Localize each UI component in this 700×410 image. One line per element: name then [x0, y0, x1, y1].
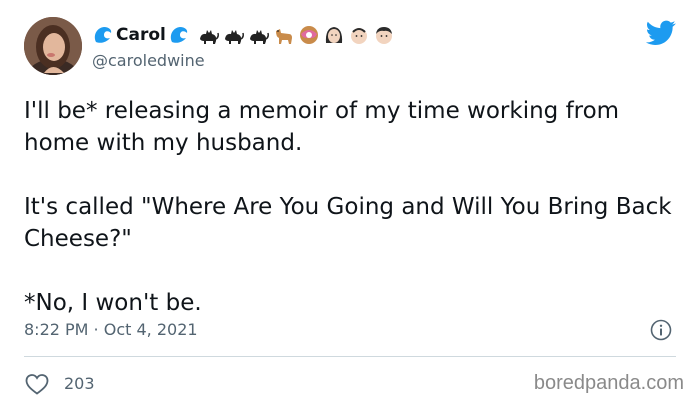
- cat-icon: [199, 30, 219, 44]
- watermark: boredpanda.com: [533, 372, 684, 394]
- tweet-text: I'll be* releasing a memoir of my time w…: [24, 95, 684, 319]
- cat-icon: [249, 30, 269, 44]
- wave-icon: [94, 27, 112, 43]
- tweet-timestamp[interactable]: 8:22 PM · Oct 4, 2021: [24, 320, 198, 339]
- tweet-paragraph: *No, I won't be.: [24, 290, 202, 316]
- heart-icon[interactable]: [25, 373, 49, 395]
- avatar[interactable]: [24, 17, 82, 75]
- author-display-name[interactable]: Carol: [116, 25, 166, 45]
- cat-icon: [224, 30, 244, 44]
- twitter-logo-icon[interactable]: [646, 20, 676, 46]
- baby-icon: [350, 28, 367, 44]
- name-emoji-row: [198, 25, 395, 45]
- tweet-paragraph: It's called "Where Are You Going and Wil…: [24, 194, 672, 252]
- wave-icon: [170, 27, 188, 43]
- donut-icon: [299, 26, 318, 44]
- avatar-photo: [24, 17, 82, 75]
- author-name-row[interactable]: Carol: [92, 24, 395, 46]
- like-count: 203: [64, 374, 95, 393]
- tweet-paragraph: I'll be* releasing a memoir of my time w…: [24, 98, 620, 156]
- boy-icon: [375, 27, 392, 44]
- woman-icon: [325, 27, 342, 43]
- divider: [24, 356, 676, 357]
- author-handle[interactable]: @caroledwine: [92, 51, 205, 70]
- dog-icon: [275, 29, 292, 44]
- info-icon[interactable]: [650, 319, 672, 341]
